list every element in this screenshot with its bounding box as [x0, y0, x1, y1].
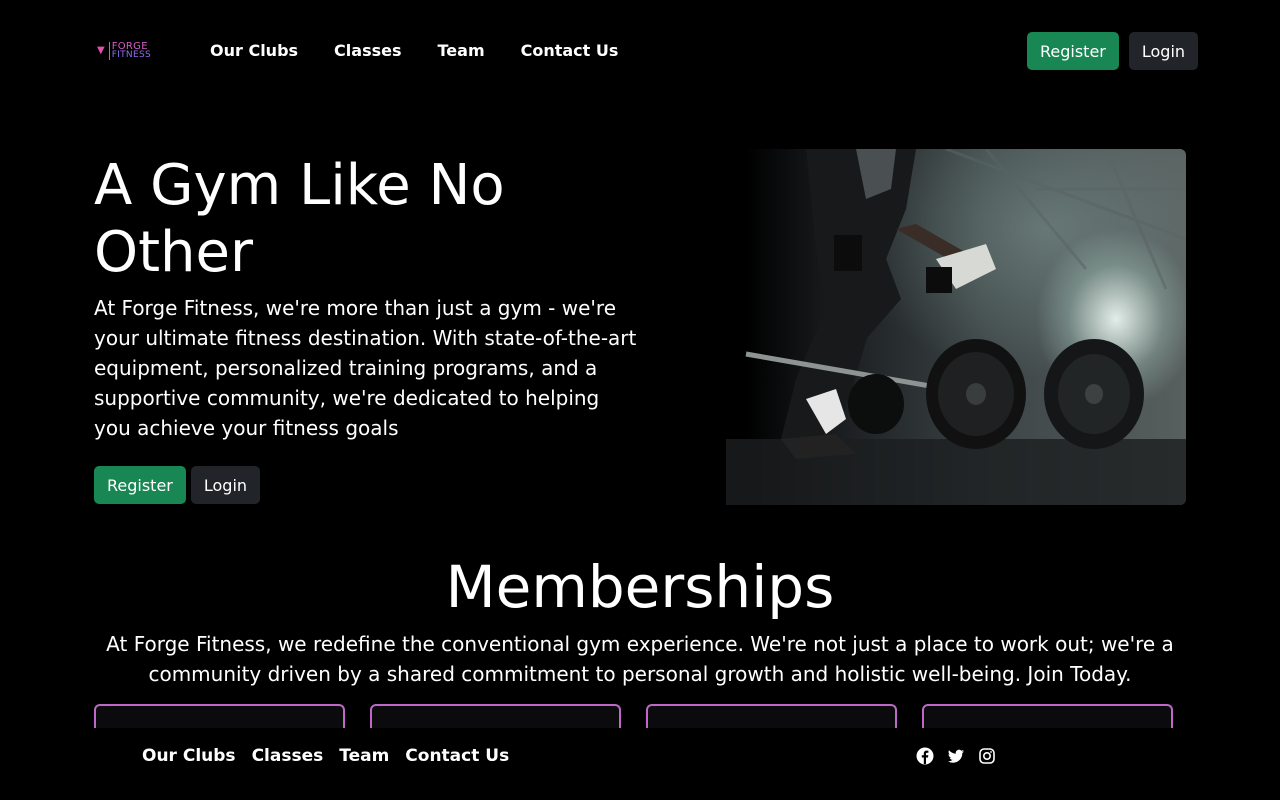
hero-image-illustration — [726, 149, 1186, 505]
facebook-icon[interactable] — [916, 747, 934, 765]
nav-link-contact-us[interactable]: Contact Us — [521, 40, 619, 62]
hero-description: At Forge Fitness, we're more than just a… — [94, 296, 637, 440]
footer-nav: Our Clubs Classes Team Contact Us — [142, 745, 509, 767]
instagram-icon[interactable] — [978, 747, 996, 765]
logo-line2: FITNESS — [111, 50, 151, 60]
nav-register-button[interactable]: Register — [1027, 32, 1119, 70]
nav-login-button[interactable]: Login — [1128, 32, 1199, 70]
logo-wordmark: FORGE FITNESS — [112, 42, 151, 60]
hero-login-button[interactable]: Login — [190, 466, 261, 504]
logo-divider — [108, 42, 110, 60]
brand-logo[interactable]: ▼ FORGE FITNESS — [97, 40, 171, 62]
nav-link-our-clubs[interactable]: Our Clubs — [210, 40, 298, 62]
social-links — [916, 747, 996, 765]
footer-link-team[interactable]: Team — [339, 745, 389, 767]
memberships-title: Memberships — [445, 553, 835, 621]
nav-actions: Register Login — [1027, 32, 1199, 70]
hero-actions: Register Login — [94, 466, 261, 504]
memberships-description: At Forge Fitness, we redefine the conven… — [106, 632, 1174, 686]
hero-title: A Gym Like No Other — [94, 153, 505, 285]
bottom-navbar: Our Clubs Classes Team Contact Us — [0, 728, 1280, 800]
top-navbar: ▼ FORGE FITNESS Our Clubs Classes Team C… — [0, 0, 1280, 102]
hero-register-button[interactable]: Register — [94, 466, 186, 504]
footer-link-our-clubs[interactable]: Our Clubs — [142, 745, 236, 767]
nav-link-classes[interactable]: Classes — [334, 40, 401, 62]
footer-link-contact-us[interactable]: Contact Us — [405, 745, 509, 767]
hero-image-weightlifter — [686, 149, 1186, 505]
twitter-icon[interactable] — [947, 747, 965, 765]
dumbbell-logo-icon: ▼ — [97, 45, 105, 56]
nav-link-team[interactable]: Team — [438, 40, 485, 62]
main-nav: Our Clubs Classes Team Contact Us — [210, 40, 618, 62]
footer-link-classes[interactable]: Classes — [252, 745, 324, 767]
